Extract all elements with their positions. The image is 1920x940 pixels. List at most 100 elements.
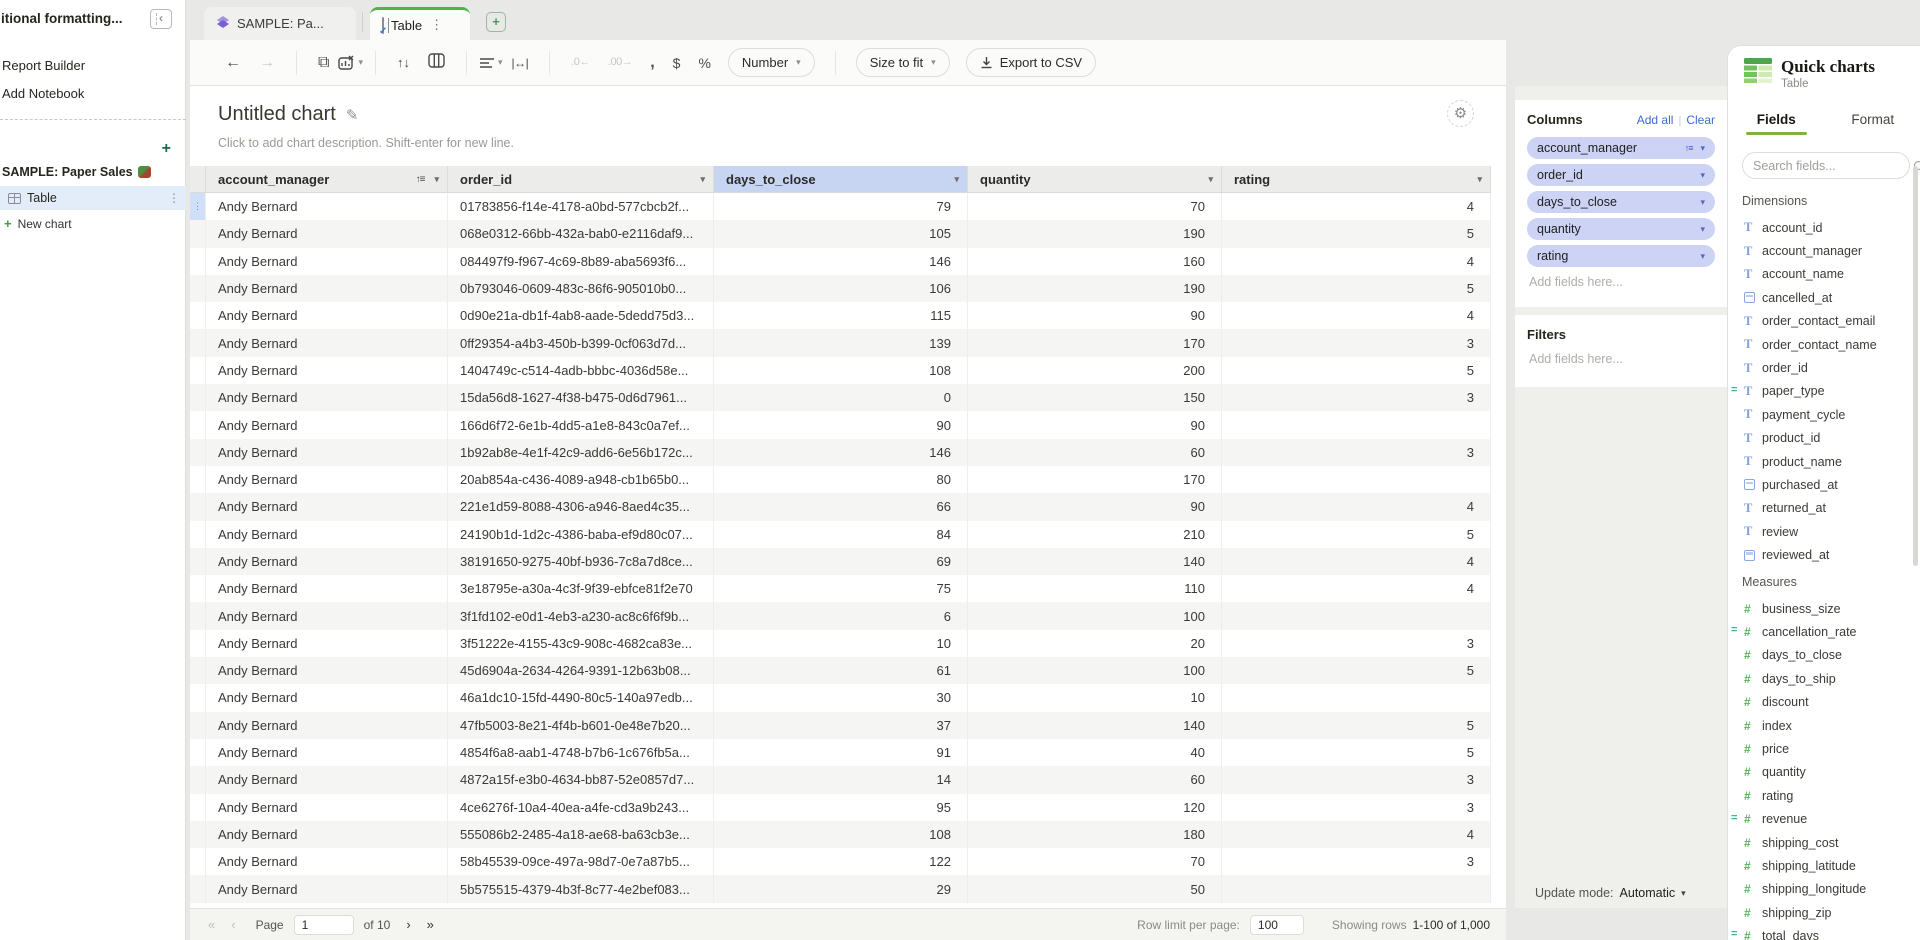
- pill-menu-caret-icon[interactable]: ▾: [1700, 224, 1705, 235]
- table-row[interactable]: Andy Bernard24190b1d-1d2c-4386-baba-ef9d…: [190, 521, 1491, 548]
- add-workbook-button[interactable]: +: [162, 140, 171, 158]
- chevron-down-icon[interactable]: ▾: [1681, 888, 1686, 899]
- number-format-dropdown[interactable]: Number ▾: [728, 48, 815, 77]
- measure-field-shipping_latitude[interactable]: #shipping_latitude: [1728, 854, 1920, 877]
- table-row[interactable]: Andy Bernard45d6904a-2634-4264-9391-12b6…: [190, 657, 1491, 684]
- chart-description-placeholder[interactable]: Click to add chart description. Shift-en…: [218, 136, 514, 150]
- column-header-order_id[interactable]: order_id▾: [448, 166, 714, 193]
- table-row[interactable]: Andy Bernard15da56d8-1627-4f38-b475-0d6d…: [190, 384, 1491, 411]
- column-header-quantity[interactable]: quantity▾: [968, 166, 1222, 193]
- dimension-field-order_id[interactable]: Torder_id: [1728, 356, 1920, 379]
- column-pill-rating[interactable]: rating▾: [1527, 245, 1715, 267]
- tab-fields[interactable]: Fields: [1728, 108, 1825, 135]
- table-row[interactable]: Andy Bernard555086b2-2485-4a18-ae68-ba63…: [190, 821, 1491, 848]
- update-mode-dropdown[interactable]: Automatic: [1620, 886, 1676, 900]
- column-header-rating[interactable]: rating▾: [1222, 166, 1491, 193]
- table-row[interactable]: Andy Bernard3f1fd102-e0d1-4eb3-a230-ac8c…: [190, 602, 1491, 629]
- measure-field-discount[interactable]: #discount: [1728, 691, 1920, 714]
- dimension-field-purchased_at[interactable]: purchased_at: [1728, 473, 1920, 496]
- tab-table[interactable]: ✓ Table ⋮: [370, 7, 470, 40]
- table-row[interactable]: Andy Bernard38191650-9275-40bf-b936-7c8a…: [190, 548, 1491, 575]
- chart-type-menu[interactable]: ▾: [338, 55, 363, 70]
- column-menu-caret-icon[interactable]: ▾: [700, 174, 705, 185]
- row-limit-input[interactable]: [1250, 915, 1304, 935]
- column-header-days_to_close[interactable]: days_to_close▾: [714, 166, 968, 193]
- tab-menu-icon[interactable]: ⋮: [430, 17, 443, 33]
- table-row[interactable]: ⋮Andy Bernard01783856-f14e-4178-a0bd-577…: [190, 193, 1491, 220]
- row-drag-handle[interactable]: ⋮: [190, 193, 206, 220]
- dimension-field-order_contact_email[interactable]: Torder_contact_email: [1728, 310, 1920, 333]
- export-csv-button[interactable]: Export to CSV: [966, 48, 1096, 77]
- column-menu-caret-icon[interactable]: ▾: [954, 174, 959, 185]
- dimension-field-returned_at[interactable]: Treturned_at: [1728, 497, 1920, 520]
- table-row[interactable]: Andy Bernard221e1d59-8088-4306-a946-8aed…: [190, 493, 1491, 520]
- chart-title[interactable]: Untitled chart: [218, 103, 336, 126]
- column-header-account_manager[interactable]: account_manager↑≡▾: [206, 166, 448, 193]
- pill-menu-caret-icon[interactable]: ▾: [1700, 197, 1705, 208]
- measure-field-quantity[interactable]: #quantity: [1728, 761, 1920, 784]
- table-row[interactable]: Andy Bernard166d6f72-6e1b-4dd5-a1e8-843c…: [190, 411, 1491, 438]
- column-pill-order_id[interactable]: order_id▾: [1527, 164, 1715, 186]
- table-row[interactable]: Andy Bernard068e0312-66bb-432a-bab0-e211…: [190, 220, 1491, 247]
- table-row[interactable]: Andy Bernard3e18795e-a30a-4c3f-9f39-ebfc…: [190, 575, 1491, 602]
- table-row[interactable]: Andy Bernard4872a15f-e3b0-4634-bb87-52e0…: [190, 766, 1491, 793]
- table-row[interactable]: Andy Bernard47fb5003-8e21-4f4b-b601-0e48…: [190, 712, 1491, 739]
- sort-rows-button[interactable]: ↑↓: [397, 56, 410, 69]
- table-row[interactable]: Andy Bernard5b575515-4379-4b3f-8c77-4e2b…: [190, 875, 1491, 902]
- new-chart-button[interactable]: + New chart: [4, 216, 72, 231]
- table-row[interactable]: Andy Bernard0b793046-0609-483c-86f6-9050…: [190, 275, 1491, 302]
- next-page-button[interactable]: ›: [406, 917, 410, 932]
- page-number-input[interactable]: [294, 915, 354, 935]
- table-row[interactable]: Andy Bernard20ab854a-c436-4089-a948-cb1b…: [190, 466, 1491, 493]
- fields-scrollbar[interactable]: [1913, 166, 1918, 566]
- pill-menu-caret-icon[interactable]: ▾: [1700, 170, 1705, 181]
- measure-field-shipping_zip[interactable]: #shipping_zip: [1728, 901, 1920, 924]
- filters-drop-placeholder[interactable]: Add fields here...: [1529, 352, 1715, 366]
- column-menu-caret-icon[interactable]: ▾: [434, 174, 439, 185]
- column-pill-days_to_close[interactable]: days_to_close▾: [1527, 191, 1715, 213]
- dimension-field-account_name[interactable]: Taccount_name: [1728, 263, 1920, 286]
- sidebar-item-add-notebook[interactable]: Add Notebook: [2, 86, 172, 101]
- columns-drop-placeholder[interactable]: Add fields here...: [1529, 275, 1715, 289]
- add-all-link[interactable]: Add all: [1637, 113, 1674, 127]
- column-width-button[interactable]: |↔|: [512, 57, 529, 69]
- text-align-menu[interactable]: ▾: [479, 57, 503, 69]
- manage-columns-button[interactable]: [428, 53, 445, 72]
- dimension-field-account_id[interactable]: Taccount_id: [1728, 216, 1920, 239]
- table-row[interactable]: Andy Bernard0ff29354-a4b3-450b-b399-0cf0…: [190, 329, 1491, 356]
- currency-format-button[interactable]: $: [673, 56, 681, 70]
- table-row[interactable]: Andy Bernard1404749c-c514-4adb-bbbc-4036…: [190, 357, 1491, 384]
- item-menu-icon[interactable]: ⋮: [168, 191, 180, 205]
- measure-field-shipping_cost[interactable]: #shipping_cost: [1728, 831, 1920, 854]
- table-row[interactable]: Andy Bernard46a1dc10-15fd-4490-80c5-140a…: [190, 684, 1491, 711]
- new-tab-button[interactable]: +: [486, 12, 506, 32]
- search-fields-box[interactable]: [1742, 152, 1910, 179]
- measure-field-revenue[interactable]: =#revenue: [1728, 808, 1920, 831]
- dimension-field-cancelled_at[interactable]: cancelled_at: [1728, 286, 1920, 309]
- table-row[interactable]: Andy Bernard084497f9-f967-4c69-8b89-aba5…: [190, 248, 1491, 275]
- dimension-field-product_name[interactable]: Tproduct_name: [1728, 450, 1920, 473]
- dimension-field-payment_cycle[interactable]: Tpayment_cycle: [1728, 403, 1920, 426]
- clear-link[interactable]: Clear: [1686, 113, 1715, 127]
- edit-title-icon[interactable]: ✎: [346, 106, 359, 124]
- column-pill-quantity[interactable]: quantity▾: [1527, 218, 1715, 240]
- workbook-item[interactable]: SAMPLE: Paper Sales: [2, 165, 151, 179]
- pill-menu-caret-icon[interactable]: ▾: [1700, 143, 1705, 154]
- table-row[interactable]: Andy Bernard0d90e21a-db1f-4ab8-aade-5ded…: [190, 302, 1491, 329]
- dimension-field-account_manager[interactable]: Taccount_manager: [1728, 239, 1920, 262]
- table-row[interactable]: Andy Bernard4ce6276f-10a4-40ea-a4fe-cd3a…: [190, 794, 1491, 821]
- measure-field-rating[interactable]: #rating: [1728, 784, 1920, 807]
- measure-field-days_to_ship[interactable]: #days_to_ship: [1728, 667, 1920, 690]
- pill-menu-caret-icon[interactable]: ▾: [1700, 251, 1705, 262]
- thousands-separator-button[interactable]: ,: [650, 55, 654, 71]
- column-menu-caret-icon[interactable]: ▾: [1208, 174, 1213, 185]
- measure-field-total_days[interactable]: =#total_days: [1728, 924, 1920, 940]
- table-row[interactable]: Andy Bernard1b92ab8e-4e1f-42c9-add6-6e56…: [190, 439, 1491, 466]
- table-row[interactable]: Andy Bernard4854f6a8-aab1-4748-b7b6-1c67…: [190, 739, 1491, 766]
- undo-button[interactable]: ←: [225, 55, 241, 71]
- table-row[interactable]: Andy Bernard3f51222e-4155-43c9-908c-4682…: [190, 630, 1491, 657]
- sidebar-item-report-builder[interactable]: Report Builder: [2, 58, 172, 73]
- duplicate-chart-icon[interactable]: ⧉: [318, 55, 329, 71]
- tab-format[interactable]: Format: [1825, 108, 1920, 135]
- search-fields-input[interactable]: [1753, 159, 1914, 173]
